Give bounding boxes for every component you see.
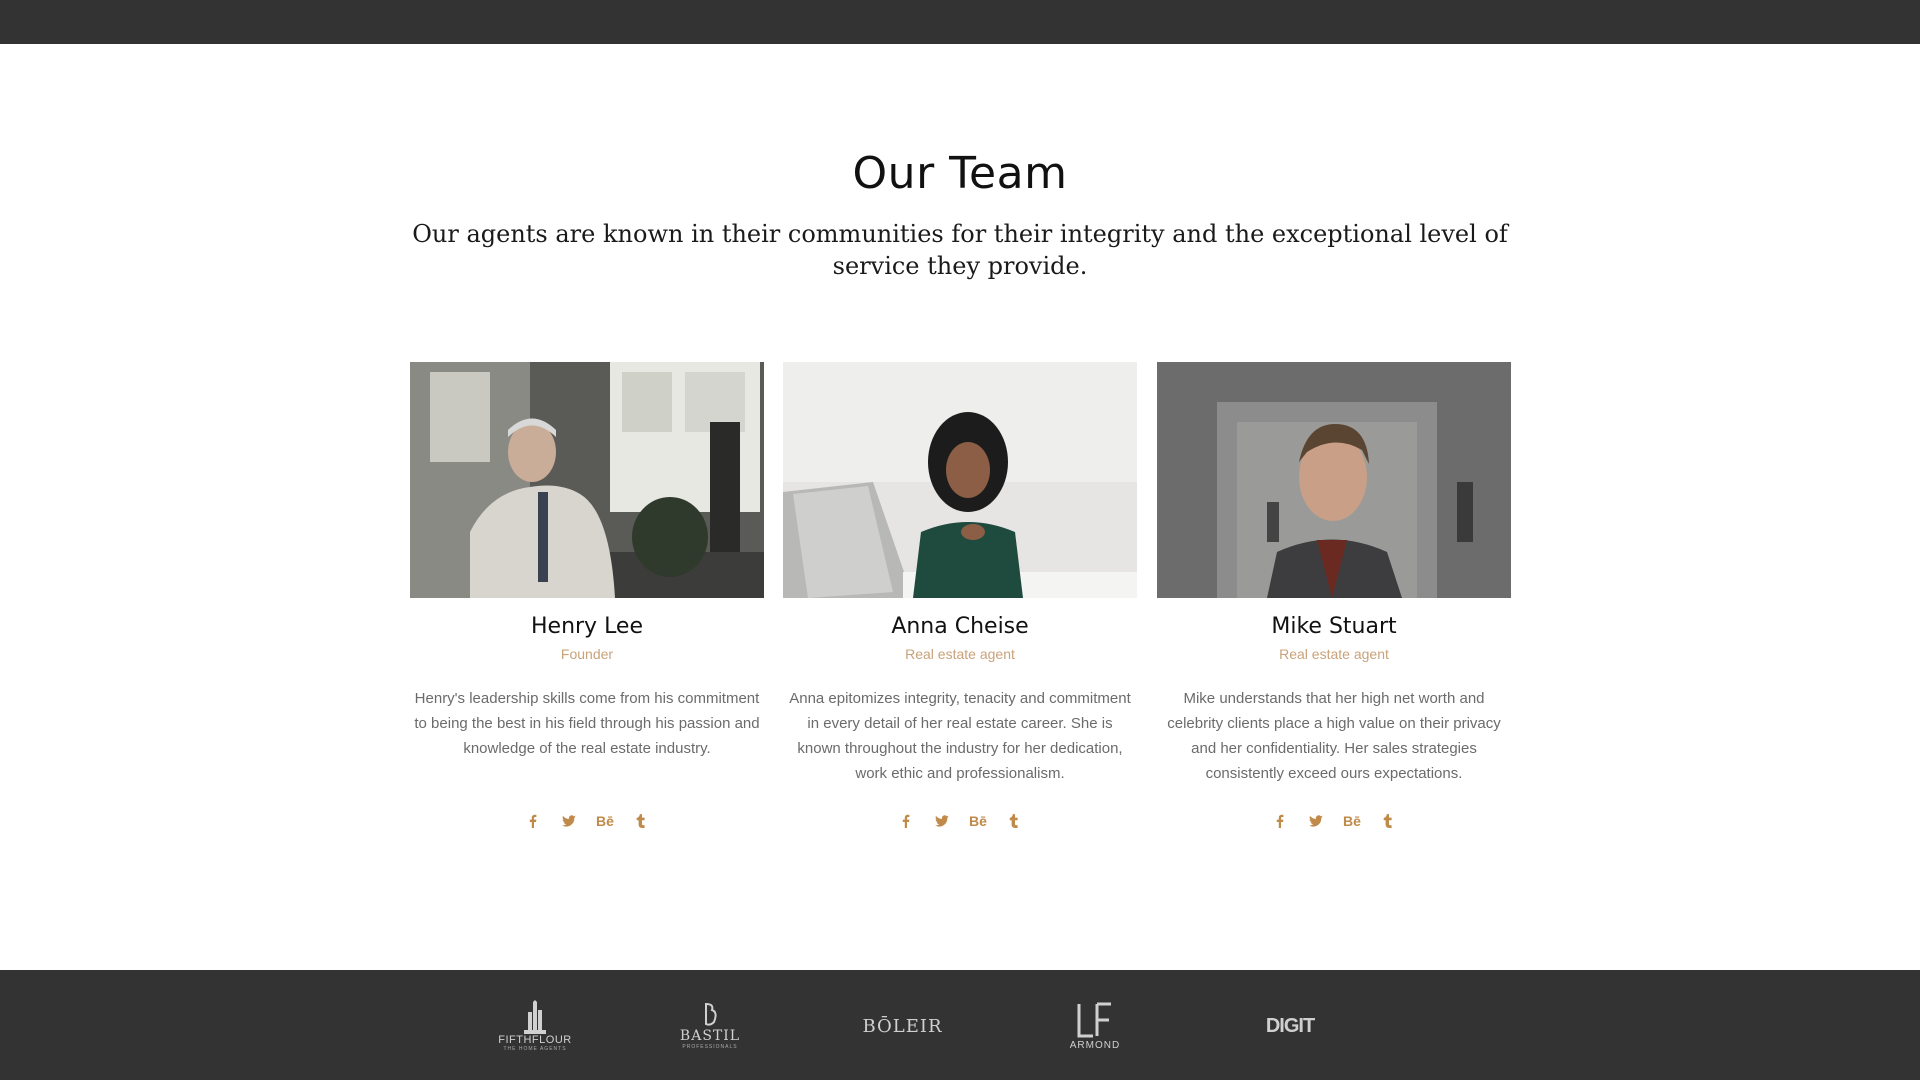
building-icon <box>524 1000 546 1034</box>
team-card-mike-stuart: Mike Stuart Real estate agent Mike under… <box>1157 362 1511 832</box>
facebook-icon[interactable] <box>895 810 917 832</box>
social-links: Bē <box>783 810 1137 832</box>
twitter-icon[interactable] <box>931 810 953 832</box>
twitter-icon[interactable] <box>558 810 580 832</box>
partner-name: BŌLEIR <box>862 1015 943 1037</box>
partner-logos-bar: FIFTHFLOUR THE HOME AGENTS BASTIL PROFES… <box>0 970 1920 1080</box>
partner-tagline: PROFESSIONALS <box>682 1044 738 1050</box>
behance-icon[interactable]: Bē <box>594 810 616 832</box>
facebook-icon[interactable] <box>522 810 544 832</box>
partner-logo-fifthflour[interactable]: FIFTHFLOUR THE HOME AGENTS <box>485 996 585 1056</box>
team-member-role: Real estate agent <box>905 646 1015 662</box>
section-title: Our Team <box>852 148 1068 199</box>
partner-name: FIFTHFLOUR <box>498 1034 572 1046</box>
team-member-name: Mike Stuart <box>1271 614 1397 639</box>
team-card-anna-cheise: Anna Cheise Real estate agent Anna epito… <box>783 362 1137 832</box>
partner-logo-armond[interactable]: ARMOND <box>1050 996 1140 1056</box>
twitter-icon[interactable] <box>1305 810 1327 832</box>
social-links: Bē <box>410 810 764 832</box>
facebook-icon[interactable] <box>1269 810 1291 832</box>
team-card-henry-lee: Henry Lee Founder Henry's leadership ski… <box>410 362 764 832</box>
team-member-name: Anna Cheise <box>891 614 1029 639</box>
team-member-role: Founder <box>560 646 614 662</box>
tumblr-icon[interactable] <box>1003 810 1025 832</box>
team-photo-anna-cheise <box>783 362 1137 598</box>
team-member-bio: Mike understands that her high net worth… <box>1167 690 1501 782</box>
partner-logo-boleir[interactable]: BŌLEIR <box>855 996 950 1056</box>
team-member-name: Henry Lee <box>530 614 644 639</box>
tumblr-icon[interactable] <box>1377 810 1399 832</box>
behance-icon[interactable]: Bē <box>1341 810 1363 832</box>
tumblr-icon[interactable] <box>630 810 652 832</box>
top-navigation-bar <box>0 0 1920 44</box>
team-member-role: Real estate agent <box>1279 646 1389 662</box>
partner-tagline: THE HOME AGENTS <box>503 1046 567 1052</box>
partner-name: BASTIL <box>679 1028 741 1044</box>
partner-name: DIGIT <box>1265 1014 1315 1037</box>
section-subtitle: Our agents are known in their communitie… <box>412 220 1508 280</box>
team-photo-henry-lee <box>410 362 764 598</box>
team-photo-mike-stuart <box>1157 362 1511 598</box>
partner-name: ARMOND <box>1069 1039 1121 1051</box>
team-member-bio: Anna epitomizes integrity, tenacity and … <box>789 690 1131 782</box>
bastil-mark-icon <box>705 1002 717 1026</box>
behance-icon[interactable]: Bē <box>967 810 989 832</box>
partner-logo-bastil[interactable]: BASTIL PROFESSIONALS <box>670 996 750 1056</box>
team-member-bio: Henry's leadership skills come from his … <box>414 690 760 757</box>
partner-logo-digit[interactable]: DIGIT <box>1250 996 1330 1056</box>
armond-mark-icon <box>1077 1002 1111 1037</box>
social-links: Bē <box>1157 810 1511 832</box>
